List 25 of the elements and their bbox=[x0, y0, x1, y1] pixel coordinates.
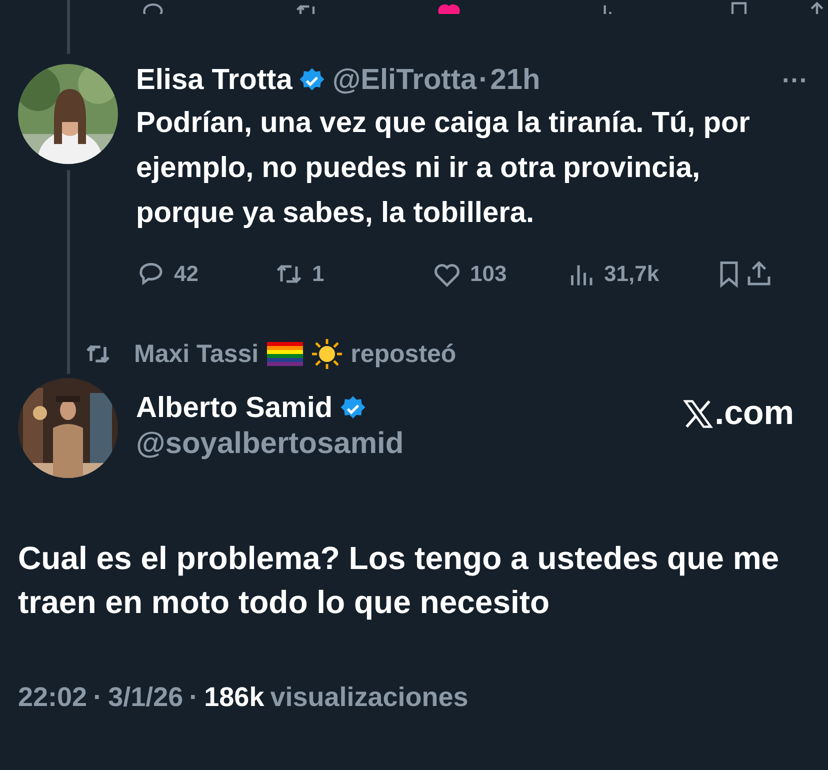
author-name[interactable]: Alberto Samid bbox=[136, 392, 333, 425]
sun-icon bbox=[310, 338, 343, 370]
view-count: 31,7k bbox=[604, 261, 660, 287]
author-handle[interactable]: @soyalbertosamid bbox=[136, 427, 404, 461]
rainbow-flag-icon bbox=[266, 342, 303, 366]
repost-label: reposteó bbox=[350, 340, 456, 368]
more-button[interactable]: ··· bbox=[782, 65, 808, 96]
separator-dot: · bbox=[189, 682, 198, 713]
thread-line bbox=[66, 0, 70, 54]
reposter-name[interactable]: Maxi Tassi bbox=[134, 340, 259, 368]
separator-dot: · bbox=[478, 64, 488, 97]
author-name[interactable]: Elisa Trotta bbox=[136, 64, 292, 97]
post-time: 22:02 bbox=[18, 682, 88, 713]
author-handle[interactable]: @EliTrotta bbox=[332, 64, 477, 97]
view-count: 186k bbox=[204, 682, 264, 713]
post-time[interactable]: 21h bbox=[490, 64, 540, 97]
reply-count: 42 bbox=[174, 261, 198, 287]
post-text: Cual es el problema? Los tengo a ustedes que me traen en moto todo lo que necesito bbox=[18, 539, 780, 622]
like-count: 103 bbox=[470, 261, 507, 287]
repost-count: 1 bbox=[312, 261, 324, 287]
post-date: 3/1/26 bbox=[108, 682, 184, 713]
views-label: visualizaciones bbox=[270, 682, 468, 713]
reply-text: Podrían, una vez que caiga la tiranía. Tú, por ejemplo, no puedes ni ir a otra provincia, porque ya sabes, la tobillera. bbox=[136, 106, 751, 231]
site-label: .com bbox=[714, 394, 794, 433]
separator-dot: · bbox=[93, 682, 102, 713]
